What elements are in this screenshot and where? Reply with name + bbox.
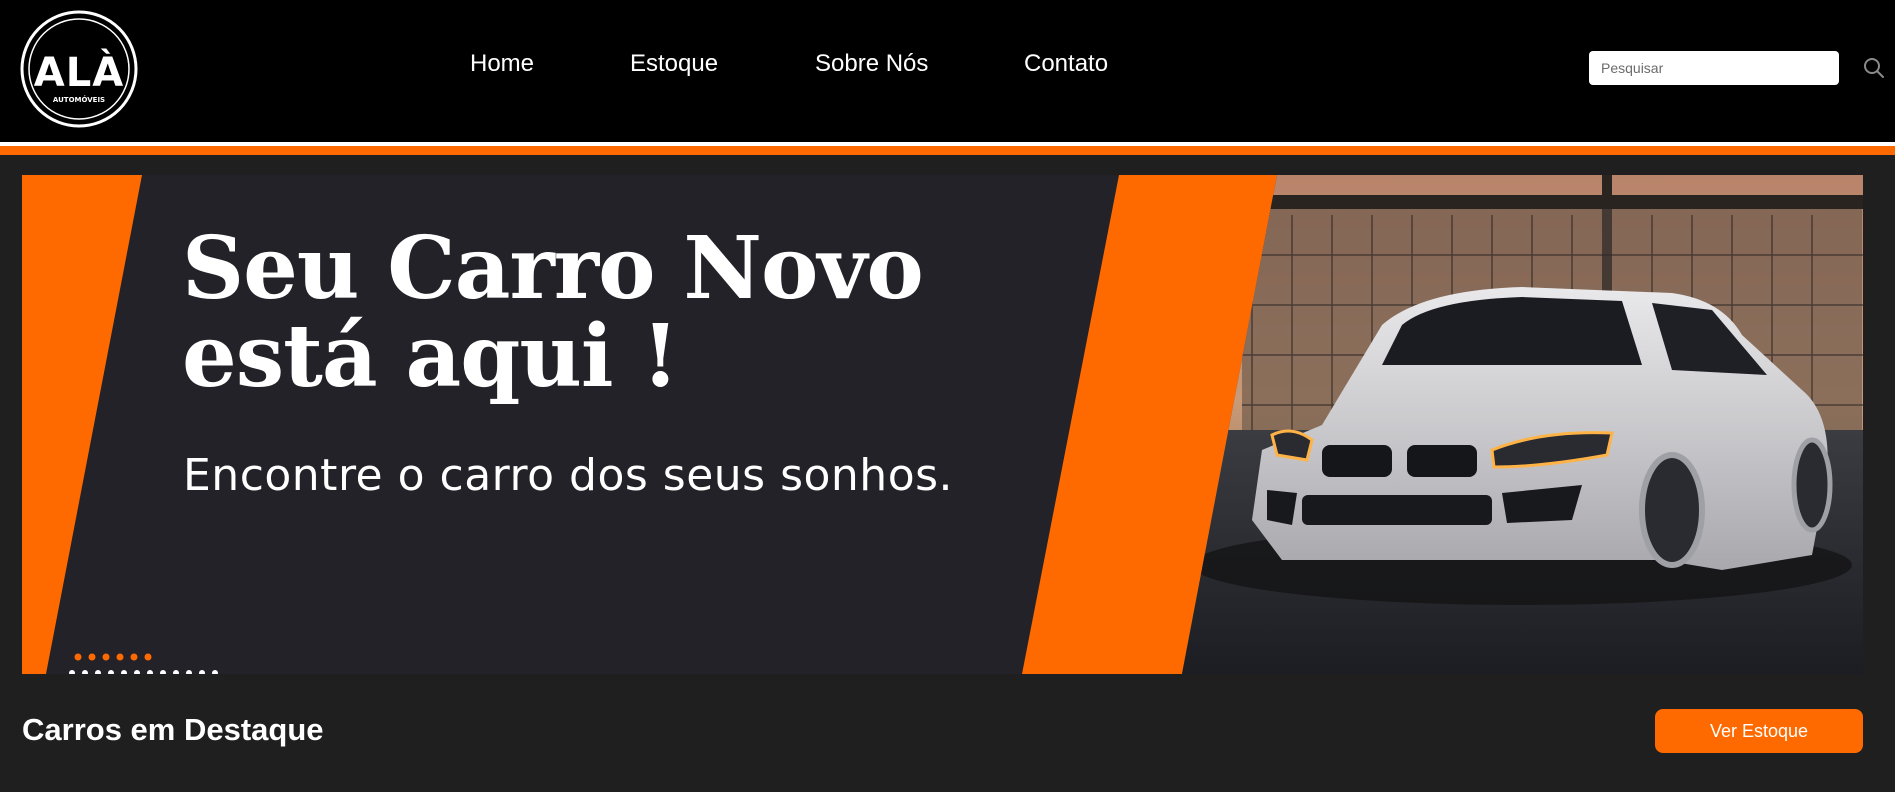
hero-headline: Seu Carro Novo está aqui ! [182,218,924,407]
nav-item-estoque[interactable]: Estoque [630,50,718,78]
search-icon[interactable] [1862,56,1886,80]
featured-title: Carros em Destaque [22,712,324,747]
nav-item-contato[interactable]: Contato [1024,50,1108,78]
hero-headline-line1: Seu Carro Novo [182,218,924,319]
site-logo[interactable]: ALÀ AUTOMÓVEIS [20,10,138,128]
logo-emblem-icon: ALÀ AUTOMÓVEIS [20,10,138,128]
header-divider-orange [0,146,1895,155]
decorative-dots-orange [74,653,152,661]
car-photo [1182,175,1863,674]
logo-letters: ALÀ [34,48,124,96]
nav-item-sobre-nos[interactable]: Sobre Nós [815,50,928,78]
nav-item-home[interactable]: Home [470,50,534,78]
search-input[interactable] [1589,51,1839,85]
logo-tagline: AUTOMÓVEIS [53,95,105,104]
hero-subheadline: Encontre o carro dos seus sonhos. [183,450,954,501]
site-header: ALÀ AUTOMÓVEIS Home Estoque Sobre Nós Co… [0,0,1895,142]
hero-headline-line2: está aqui ! [182,306,679,407]
ver-estoque-button[interactable]: Ver Estoque [1655,709,1863,753]
carousel-indicator-dots[interactable] [68,669,228,674]
hero-banner: Seu Carro Novo está aqui ! Encontre o ca… [22,175,1863,674]
